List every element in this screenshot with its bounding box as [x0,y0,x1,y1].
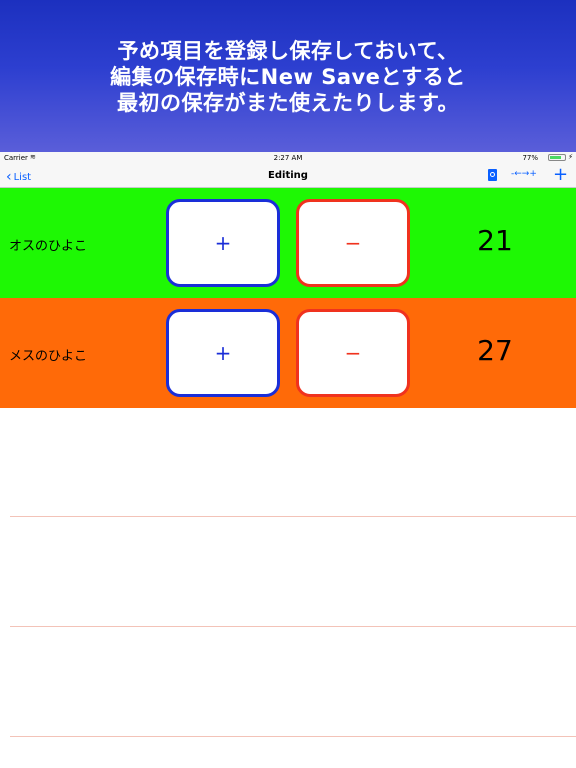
count-value: 27 [477,334,513,367]
increment-button[interactable]: + [166,199,280,287]
counter-row: オスのひよこ + − 21 [0,188,576,298]
copy-icon[interactable] [488,169,497,181]
add-button[interactable]: + [553,164,568,186]
row-label: メスのひよこ [9,349,88,364]
count-value: 21 [477,224,513,257]
status-bar: Carrier ≋ 2:27 AM 77% ⚡ [0,152,576,164]
battery-percent: 77% [522,154,538,162]
row-label: オスのひよこ [9,239,88,254]
decrement-button[interactable]: − [296,199,410,287]
navigation-bar: ‹ List Editing -←→+ + [0,164,576,188]
step-toggle-button[interactable]: -←→+ [511,169,537,179]
battery-fill [550,156,561,159]
decrement-button[interactable]: − [296,309,410,397]
counter-row: メスのひよこ + − 27 [0,298,576,408]
banner-line-3: 最初の保存がまた使えたりします。 [117,91,459,115]
banner-line-1: 予め項目を登録し保存しておいて、 [117,39,459,63]
row-separator [10,516,576,517]
charging-icon: ⚡ [568,153,573,161]
promo-banner: 予め項目を登録し保存しておいて、 編集の保存時にNew Saveとすると 最初の… [0,0,576,152]
increment-button[interactable]: + [166,309,280,397]
banner-text: 予め項目を登録し保存しておいて、 編集の保存時にNew Saveとすると 最初の… [0,38,576,116]
banner-line-2: 編集の保存時にNew Saveとすると [110,65,466,89]
row-separator [10,626,576,627]
status-time: 2:27 AM [273,154,303,162]
app-screen: Carrier ≋ 2:27 AM 77% ⚡ ‹ List Editing -←… [0,152,576,768]
battery-icon [548,154,566,161]
row-separator [10,736,576,737]
